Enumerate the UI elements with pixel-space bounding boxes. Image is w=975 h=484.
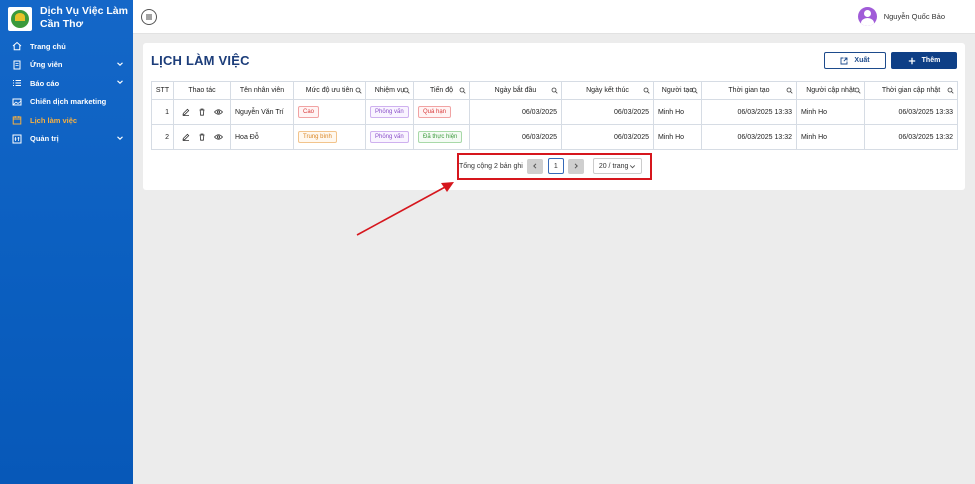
cell-progress: Đã thực hiện [413,124,470,150]
cell-creator: Minh Ho [653,124,702,150]
sidebar-item-candidates[interactable]: Ứng viên [0,56,133,75]
topbar: Nguyễn Quốc Bảo [133,0,975,34]
sidebar-item-home[interactable]: Trang chủ [0,37,133,56]
sidebar-item-schedule[interactable]: Lịch làm việc [0,111,133,130]
sidebar: Dịch Vụ Việc Làm Cần Thơ Trang chủ Ứng v… [0,0,133,484]
cell-created-time: 06/03/2025 13:32 [701,124,797,150]
header-updater[interactable]: Người cập nhật [796,81,865,100]
header-actions: Thao tác [173,81,231,100]
schedule-table: STT Thao tác Tên nhân viên Mức độ ưu tiê… [151,81,958,150]
table-row: 1 Nguyễn Văn Trí Cao Phỏng vấn Quá hạn 0… [151,99,958,125]
search-icon[interactable] [854,87,861,94]
cell-task: Phỏng vấn [365,99,414,125]
admin-icon [12,134,22,144]
status-badge: Quá hạn [418,106,452,118]
table-row: 2 Hoa Đỗ Trung bình Phỏng vấn Đã thực hi… [151,124,958,150]
sidebar-item-marketing[interactable]: Chiến dịch marketing [0,93,133,112]
cell-start-date: 06/03/2025 [469,124,562,150]
cell-creator: Minh Ho [653,99,702,125]
search-icon[interactable] [786,87,793,94]
document-icon [12,60,22,70]
cell-updater: Minh Ho [796,124,865,150]
sidebar-item-admin[interactable]: Quản trị [0,130,133,149]
export-icon [840,57,848,64]
header-stt: STT [151,81,174,100]
search-icon[interactable] [643,87,650,94]
header-updated-time[interactable]: Thời gian cập nhật [864,81,958,100]
search-icon[interactable] [551,87,558,94]
edit-icon[interactable] [181,133,190,141]
cell-priority: Trung bình [293,124,366,150]
avatar [857,7,877,26]
search-icon[interactable] [691,87,698,94]
sidebar-item-label: Báo cáo [30,78,60,88]
home-icon [12,41,22,51]
cell-end-date: 06/03/2025 [561,124,654,150]
header-created-time[interactable]: Thời gian tạo [701,81,797,100]
add-button[interactable]: Thêm [891,52,957,69]
priority-badge: Trung bình [298,131,337,143]
cell-updated-time: 06/03/2025 13:33 [864,99,958,125]
annotation-highlight-box [457,153,652,180]
cell-stt: 1 [151,99,174,125]
brand[interactable]: Dịch Vụ Việc Làm Cần Thơ [0,0,133,36]
edit-icon[interactable] [181,108,190,116]
search-icon[interactable] [947,87,954,94]
calendar-icon [12,115,22,125]
export-button[interactable]: Xuất [824,52,886,69]
cell-end-date: 06/03/2025 [561,99,654,125]
search-icon[interactable] [459,87,466,94]
search-icon[interactable] [355,87,362,94]
view-icon[interactable] [213,108,223,116]
cell-employee: Hoa Đỗ [230,124,294,150]
header-employee[interactable]: Tên nhân viên [230,81,294,100]
cell-updated-time: 06/03/2025 13:32 [864,124,958,150]
delete-icon[interactable] [198,108,206,116]
company-logo [8,7,32,31]
header-priority[interactable]: Mức độ ưu tiên [293,81,366,100]
sidebar-item-label: Trang chủ [30,41,66,51]
cell-progress: Quá hạn [413,99,470,125]
cell-updater: Minh Ho [796,99,865,125]
cell-start-date: 06/03/2025 [469,99,562,125]
sidebar-item-label: Chiến dịch marketing [30,97,107,107]
chevron-down-icon [117,61,123,66]
cell-created-time: 06/03/2025 13:33 [701,99,797,125]
task-badge: Phỏng vấn [370,131,409,143]
header-task[interactable]: Nhiệm vụ [365,81,414,100]
user-name: Nguyễn Quốc Bảo [883,12,945,21]
cell-priority: Cao [293,99,366,125]
delete-icon[interactable] [198,133,206,141]
status-badge: Đã thực hiện [418,131,463,143]
sidebar-item-label: Ứng viên [30,60,63,70]
list-icon [12,78,22,88]
sidebar-item-label: Quản trị [30,134,59,144]
chevron-down-icon [117,80,123,84]
table-header-row: STT Thao tác Tên nhân viên Mức độ ưu tiê… [151,81,958,100]
image-icon [12,97,22,107]
header-start-date[interactable]: Ngày bắt đầu [469,81,562,100]
priority-badge: Cao [298,106,320,118]
chevron-down-icon [117,135,123,140]
user-menu[interactable]: Nguyễn Quốc Bảo [857,7,945,26]
brand-title: Dịch Vụ Việc Làm Cần Thơ [40,5,128,30]
page-title: LỊCH LÀM VIỆC [151,53,250,68]
hamburger-icon [146,14,152,20]
header-progress[interactable]: Tiến độ [413,81,470,100]
sidebar-item-label: Lịch làm việc [30,115,78,125]
cell-stt: 2 [151,124,174,150]
header-end-date[interactable]: Ngày kết thúc [561,81,654,100]
sidebar-item-reports[interactable]: Báo cáo [0,74,133,93]
view-icon[interactable] [213,133,223,141]
menu-toggle-button[interactable] [141,9,157,25]
sidebar-menu: Trang chủ Ứng viên Báo cáo Chiến dịch ma… [0,37,133,148]
cell-employee: Nguyễn Văn Trí [230,99,294,125]
task-badge: Phỏng vấn [370,106,409,118]
plus-icon [908,57,915,64]
cell-actions [173,124,231,150]
search-icon[interactable] [403,87,410,94]
cell-actions [173,99,231,125]
header-creator[interactable]: Người tạo [653,81,702,100]
cell-task: Phỏng vấn [365,124,414,150]
